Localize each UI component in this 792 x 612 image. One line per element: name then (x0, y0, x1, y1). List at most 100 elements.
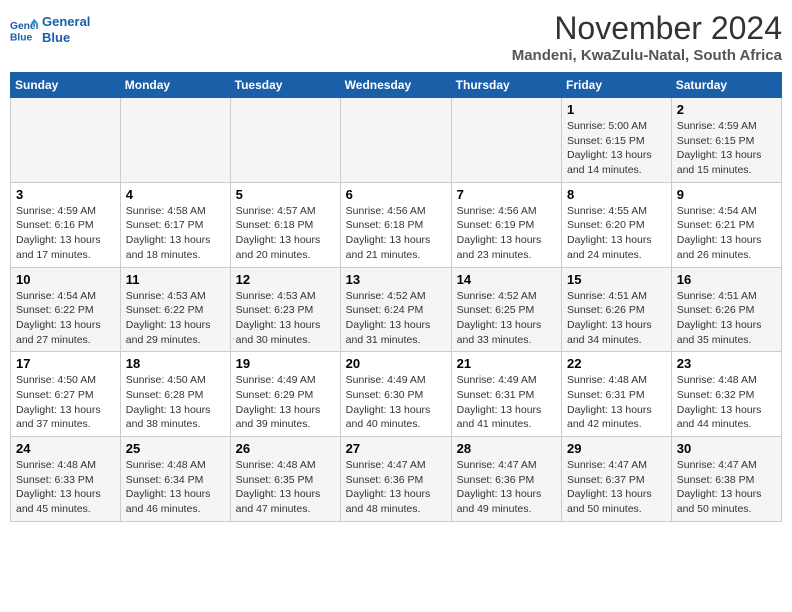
day-number: 27 (346, 441, 446, 456)
day-detail: Sunrise: 4:51 AM Sunset: 6:26 PM Dayligh… (677, 289, 776, 348)
calendar-cell: 8 Sunrise: 4:55 AM Sunset: 6:20 PM Daylig… (562, 182, 672, 267)
day-detail: Sunrise: 4:58 AM Sunset: 6:17 PM Dayligh… (126, 204, 225, 263)
calendar-cell: 22 Sunrise: 4:48 AM Sunset: 6:31 PM Dayli… (562, 352, 672, 437)
calendar-cell: 17 Sunrise: 4:50 AM Sunset: 6:27 PM Dayli… (11, 352, 121, 437)
day-number: 3 (16, 187, 115, 202)
day-number: 20 (346, 356, 446, 371)
day-detail: Sunrise: 4:59 AM Sunset: 6:16 PM Dayligh… (16, 204, 115, 263)
day-number: 13 (346, 272, 446, 287)
calendar-cell: 3 Sunrise: 4:59 AM Sunset: 6:16 PM Daylig… (11, 182, 121, 267)
calendar-week-1: 1Sunrise: 5:00 AM Sunset: 6:15 PM Daylig… (11, 98, 782, 183)
calendar-cell: 26Sunrise: 4:48 AM Sunset: 6:35 PM Dayli… (230, 437, 340, 522)
day-detail: Sunrise: 4:49 AM Sunset: 6:30 PM Dayligh… (346, 373, 446, 432)
day-detail: Sunrise: 4:57 AM Sunset: 6:18 PM Dayligh… (236, 204, 335, 263)
calendar-cell: 29 Sunrise: 4:47 AM Sunset: 6:37 PM Dayli… (562, 437, 672, 522)
day-detail: Sunrise: 4:53 AM Sunset: 6:22 PM Dayligh… (126, 289, 225, 348)
logo: General Blue General Blue (10, 14, 90, 45)
day-detail: Sunrise: 4:54 AM Sunset: 6:22 PM Dayligh… (16, 289, 115, 348)
day-number: 25 (126, 441, 225, 456)
day-detail: Sunrise: 4:52 AM Sunset: 6:24 PM Dayligh… (346, 289, 446, 348)
day-number: 7 (457, 187, 556, 202)
day-detail: Sunrise: 4:47 AM Sunset: 6:36 PM Dayligh… (457, 458, 556, 517)
calendar-week-4: 17 Sunrise: 4:50 AM Sunset: 6:27 PM Dayli… (11, 352, 782, 437)
calendar-cell (340, 98, 451, 183)
page-subtitle: Mandeni, KwaZulu-Natal, South Africa (512, 47, 782, 64)
day-detail: Sunrise: 4:48 AM Sunset: 6:31 PM Dayligh… (567, 373, 666, 432)
calendar-week-5: 24 Sunrise: 4:48 AM Sunset: 6:33 PM Dayli… (11, 437, 782, 522)
calendar-cell: 6 Sunrise: 4:56 AM Sunset: 6:18 PM Daylig… (340, 182, 451, 267)
calendar-cell: 23 Sunrise: 4:48 AM Sunset: 6:32 PM Dayli… (671, 352, 781, 437)
day-number: 16 (677, 272, 776, 287)
day-detail: Sunrise: 5:00 AM Sunset: 6:15 PM Dayligh… (567, 119, 666, 178)
day-detail: Sunrise: 4:55 AM Sunset: 6:20 PM Dayligh… (567, 204, 666, 263)
day-detail: Sunrise: 4:56 AM Sunset: 6:19 PM Dayligh… (457, 204, 556, 263)
day-detail: Sunrise: 4:50 AM Sunset: 6:27 PM Dayligh… (16, 373, 115, 432)
day-header-friday: Friday (562, 73, 672, 98)
day-number: 24 (16, 441, 115, 456)
logo-line1: General (42, 14, 90, 30)
day-number: 9 (677, 187, 776, 202)
day-detail: Sunrise: 4:48 AM Sunset: 6:34 PM Dayligh… (126, 458, 225, 517)
calendar-cell: 21 Sunrise: 4:49 AM Sunset: 6:31 PM Dayli… (451, 352, 561, 437)
day-detail: Sunrise: 4:48 AM Sunset: 6:32 PM Dayligh… (677, 373, 776, 432)
svg-text:Blue: Blue (10, 32, 33, 43)
day-number: 18 (126, 356, 225, 371)
day-detail: Sunrise: 4:48 AM Sunset: 6:33 PM Dayligh… (16, 458, 115, 517)
calendar-cell: 24 Sunrise: 4:48 AM Sunset: 6:33 PM Dayli… (11, 437, 121, 522)
day-number: 23 (677, 356, 776, 371)
calendar-cell: 13 Sunrise: 4:52 AM Sunset: 6:24 PM Dayli… (340, 267, 451, 352)
calendar-cell (11, 98, 121, 183)
day-detail: Sunrise: 4:49 AM Sunset: 6:31 PM Dayligh… (457, 373, 556, 432)
day-number: 22 (567, 356, 666, 371)
day-number: 10 (16, 272, 115, 287)
day-number: 6 (346, 187, 446, 202)
day-number: 15 (567, 272, 666, 287)
day-header-monday: Monday (120, 73, 230, 98)
day-detail: Sunrise: 4:51 AM Sunset: 6:26 PM Dayligh… (567, 289, 666, 348)
day-number: 4 (126, 187, 225, 202)
logo-icon: General Blue (10, 16, 38, 44)
calendar-header-row: SundayMondayTuesdayWednesdayThursdayFrid… (11, 73, 782, 98)
day-number: 5 (236, 187, 335, 202)
calendar-cell (451, 98, 561, 183)
day-number: 28 (457, 441, 556, 456)
day-number: 17 (16, 356, 115, 371)
calendar-cell: 9Sunrise: 4:54 AM Sunset: 6:21 PM Daylig… (671, 182, 781, 267)
day-number: 19 (236, 356, 335, 371)
day-detail: Sunrise: 4:47 AM Sunset: 6:38 PM Dayligh… (677, 458, 776, 517)
calendar-cell: 20 Sunrise: 4:49 AM Sunset: 6:30 PM Dayli… (340, 352, 451, 437)
day-detail: Sunrise: 4:49 AM Sunset: 6:29 PM Dayligh… (236, 373, 335, 432)
calendar-cell: 2Sunrise: 4:59 AM Sunset: 6:15 PM Daylig… (671, 98, 781, 183)
calendar-cell: 27Sunrise: 4:47 AM Sunset: 6:36 PM Dayli… (340, 437, 451, 522)
calendar-cell: 25 Sunrise: 4:48 AM Sunset: 6:34 PM Dayli… (120, 437, 230, 522)
calendar-cell: 5 Sunrise: 4:57 AM Sunset: 6:18 PM Daylig… (230, 182, 340, 267)
calendar-cell: 18 Sunrise: 4:50 AM Sunset: 6:28 PM Dayli… (120, 352, 230, 437)
day-number: 14 (457, 272, 556, 287)
calendar-week-3: 10 Sunrise: 4:54 AM Sunset: 6:22 PM Dayli… (11, 267, 782, 352)
calendar-cell (120, 98, 230, 183)
calendar-cell (230, 98, 340, 183)
calendar-cell: 4 Sunrise: 4:58 AM Sunset: 6:17 PM Daylig… (120, 182, 230, 267)
day-detail: Sunrise: 4:53 AM Sunset: 6:23 PM Dayligh… (236, 289, 335, 348)
title-area: November 2024 Mandeni, KwaZulu-Natal, So… (512, 10, 782, 64)
calendar-cell: 19 Sunrise: 4:49 AM Sunset: 6:29 PM Dayli… (230, 352, 340, 437)
day-number: 2 (677, 102, 776, 117)
calendar-week-2: 3 Sunrise: 4:59 AM Sunset: 6:16 PM Daylig… (11, 182, 782, 267)
day-number: 29 (567, 441, 666, 456)
day-detail: Sunrise: 4:56 AM Sunset: 6:18 PM Dayligh… (346, 204, 446, 263)
calendar-cell: 14Sunrise: 4:52 AM Sunset: 6:25 PM Dayli… (451, 267, 561, 352)
calendar-cell: 7 Sunrise: 4:56 AM Sunset: 6:19 PM Daylig… (451, 182, 561, 267)
calendar-cell: 1Sunrise: 5:00 AM Sunset: 6:15 PM Daylig… (562, 98, 672, 183)
day-detail: Sunrise: 4:47 AM Sunset: 6:37 PM Dayligh… (567, 458, 666, 517)
calendar-cell: 10 Sunrise: 4:54 AM Sunset: 6:22 PM Dayli… (11, 267, 121, 352)
calendar-cell: 11 Sunrise: 4:53 AM Sunset: 6:22 PM Dayli… (120, 267, 230, 352)
calendar-cell: 30Sunrise: 4:47 AM Sunset: 6:38 PM Dayli… (671, 437, 781, 522)
day-number: 26 (236, 441, 335, 456)
day-header-saturday: Saturday (671, 73, 781, 98)
day-number: 11 (126, 272, 225, 287)
day-number: 21 (457, 356, 556, 371)
day-header-tuesday: Tuesday (230, 73, 340, 98)
day-number: 8 (567, 187, 666, 202)
calendar-cell: 28 Sunrise: 4:47 AM Sunset: 6:36 PM Dayli… (451, 437, 561, 522)
day-detail: Sunrise: 4:50 AM Sunset: 6:28 PM Dayligh… (126, 373, 225, 432)
